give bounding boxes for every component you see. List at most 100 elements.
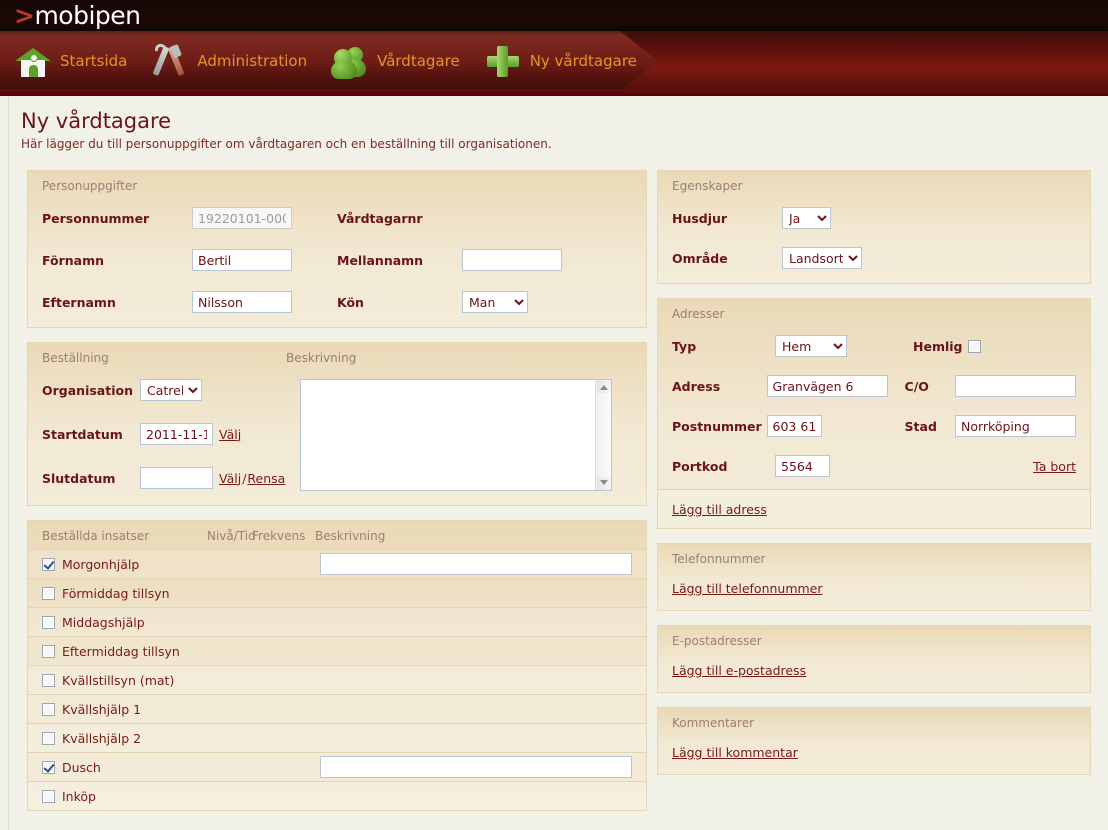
adress-remove-link[interactable]: Ta bort bbox=[1033, 459, 1076, 474]
insats-row[interactable]: Morgonhjälp bbox=[28, 549, 646, 578]
insats-row[interactable]: Förmiddag tillsyn bbox=[28, 578, 646, 607]
nav-item-vardtagare[interactable]: Vårdtagare bbox=[331, 42, 460, 80]
people-icon bbox=[331, 42, 369, 80]
omrade-select[interactable]: Landsort bbox=[782, 247, 862, 269]
telefonnummer-add-link[interactable]: Lägg till telefonnummer bbox=[672, 581, 823, 596]
typ-select[interactable]: Hem bbox=[775, 335, 847, 357]
insats-row[interactable]: Kvällstillsyn (mat) bbox=[28, 665, 646, 694]
label-personnummer: Personnummer bbox=[42, 210, 150, 226]
beskrivning-scrollbar[interactable] bbox=[595, 380, 611, 490]
header-accent-band bbox=[0, 89, 1108, 96]
app-logo[interactable]: >mobipen bbox=[14, 1, 141, 31]
panel-title-beskrivning: Beskrivning bbox=[286, 351, 357, 365]
panel-egenskaper: Egenskaper Husdjur Ja Område Landsort bbox=[657, 170, 1091, 284]
postnummer-input[interactable] bbox=[766, 415, 822, 437]
insats-checkbox[interactable] bbox=[42, 702, 55, 716]
nav-item-ny-vardtagare[interactable]: Ny vårdtagare bbox=[484, 42, 637, 80]
page-content: Ny vårdtagare Här lägger du till personu… bbox=[8, 96, 1100, 830]
kommentarer-add-row: Lägg till kommentar bbox=[658, 730, 1090, 774]
epost-add-link[interactable]: Lägg till e-postadress bbox=[672, 663, 806, 678]
plus-icon bbox=[484, 42, 522, 80]
fornamn-input[interactable] bbox=[192, 249, 292, 271]
adress-input[interactable] bbox=[766, 375, 888, 397]
insats-row[interactable]: Kvällshjälp 2 bbox=[28, 723, 646, 752]
row-slutdatum: Slutdatum Välj / Rensa bbox=[42, 467, 300, 489]
organisation-select[interactable]: Catrel bbox=[140, 379, 202, 401]
right-column: Egenskaper Husdjur Ja Område Landsort Ad… bbox=[657, 170, 1091, 789]
personnummer-input[interactable] bbox=[192, 207, 292, 229]
page-subtitle: Här lägger du till personuppgifter om vå… bbox=[21, 137, 552, 151]
epost-add-row: Lägg till e-postadress bbox=[658, 648, 1090, 692]
insats-description-input[interactable] bbox=[320, 553, 632, 575]
insats-checkbox[interactable] bbox=[42, 644, 55, 658]
insats-description-input[interactable] bbox=[320, 756, 632, 778]
panel-telefonnummer: Telefonnummer Lägg till telefonnummer bbox=[657, 543, 1091, 611]
insatser-list: Morgonhjälp Förmiddag tillsyn Middagshjälp… bbox=[28, 549, 646, 810]
left-column: Personuppgifter Personnummer Vårdtagarnr… bbox=[27, 170, 647, 811]
hemlig-checkbox[interactable] bbox=[968, 339, 981, 353]
kommentarer-add-link[interactable]: Lägg till kommentar bbox=[672, 745, 798, 760]
label-vardtagarnr: Vårdtagarnr bbox=[337, 210, 423, 226]
portkod-input[interactable] bbox=[775, 455, 830, 477]
insats-row[interactable]: Dusch bbox=[28, 752, 646, 781]
insats-checkbox[interactable] bbox=[42, 557, 55, 571]
label-fornamn: Förnamn bbox=[42, 252, 105, 268]
panel-title-epostadresser: E-postadresser bbox=[672, 634, 762, 648]
panel-title-adresser: Adresser bbox=[672, 307, 725, 321]
label-slutdatum: Slutdatum bbox=[42, 470, 116, 486]
row-portkod: Portkod Ta bort bbox=[658, 455, 1090, 489]
insats-row[interactable]: Middagshjälp bbox=[28, 607, 646, 636]
row-husdjur: Husdjur Ja bbox=[658, 207, 1090, 229]
row-personnummer: Personnummer Vårdtagarnr bbox=[28, 207, 646, 229]
panel-epostadresser: E-postadresser Lägg till e-postadress bbox=[657, 625, 1091, 693]
home-icon bbox=[14, 42, 52, 80]
scroll-up-arrow-icon bbox=[600, 385, 608, 390]
nav-label-administration: Administration bbox=[197, 52, 308, 70]
insats-checkbox[interactable] bbox=[42, 731, 55, 745]
label-adress: Adress bbox=[672, 378, 721, 394]
panel-personuppgifter: Personuppgifter Personnummer Vårdtagarnr… bbox=[27, 170, 647, 328]
slutdatum-input[interactable] bbox=[140, 467, 213, 489]
husdjur-select[interactable]: Ja bbox=[782, 207, 831, 229]
kon-select[interactable]: Man bbox=[462, 291, 528, 313]
tools-icon bbox=[151, 42, 189, 80]
insats-label: Inköp bbox=[62, 788, 96, 804]
beskrivning-textarea[interactable] bbox=[301, 380, 592, 490]
insats-label: Morgonhjälp bbox=[62, 556, 140, 572]
label-efternamn: Efternamn bbox=[42, 294, 116, 310]
insats-label: Eftermiddag tillsyn bbox=[62, 643, 180, 659]
label-kon: Kön bbox=[337, 294, 364, 310]
insats-checkbox[interactable] bbox=[42, 673, 55, 687]
label-hemlig: Hemlig bbox=[913, 338, 963, 354]
slutdatum-separator: / bbox=[242, 470, 247, 486]
nav-item-administration[interactable]: Administration bbox=[151, 42, 307, 80]
insats-label: Förmiddag tillsyn bbox=[62, 585, 170, 601]
row-efternamn: Efternamn Kön Man bbox=[28, 291, 646, 313]
label-typ: Typ bbox=[672, 338, 697, 354]
insats-checkbox[interactable] bbox=[42, 615, 55, 629]
page-background: Ny vårdtagare Här lägger du till personu… bbox=[0, 96, 1108, 830]
insats-row[interactable]: Inköp bbox=[28, 781, 646, 810]
panel-bestallda-insatser: Beställda insatser Nivå/Tid Frekvens Bes… bbox=[27, 520, 647, 811]
label-portkod: Portkod bbox=[672, 458, 728, 474]
startdatum-pick-link[interactable]: Välj bbox=[219, 427, 241, 442]
slutdatum-clear-link[interactable]: Rensa bbox=[247, 471, 285, 486]
insats-row[interactable]: Kvällshjälp 1 bbox=[28, 694, 646, 723]
efternamn-input[interactable] bbox=[192, 291, 292, 313]
stad-input[interactable] bbox=[955, 415, 1076, 437]
startdatum-input[interactable] bbox=[140, 423, 213, 445]
insats-checkbox[interactable] bbox=[42, 760, 55, 774]
insats-label: Kvällshjälp 1 bbox=[62, 701, 142, 717]
label-organisation: Organisation bbox=[42, 382, 133, 398]
insatser-title: Beställda insatser bbox=[42, 529, 150, 543]
insats-checkbox[interactable] bbox=[42, 586, 55, 600]
slutdatum-pick-link[interactable]: Välj bbox=[219, 471, 241, 486]
co-input[interactable] bbox=[955, 375, 1076, 397]
adress-add-link[interactable]: Lägg till adress bbox=[672, 502, 767, 517]
nav-item-startsida[interactable]: Startsida bbox=[14, 42, 127, 80]
insats-label: Middagshjälp bbox=[62, 614, 145, 630]
insats-checkbox[interactable] bbox=[42, 789, 55, 803]
insats-row[interactable]: Eftermiddag tillsyn bbox=[28, 636, 646, 665]
mellannamn-input[interactable] bbox=[462, 249, 562, 271]
nav-label-vardtagare: Vårdtagare bbox=[377, 52, 460, 70]
